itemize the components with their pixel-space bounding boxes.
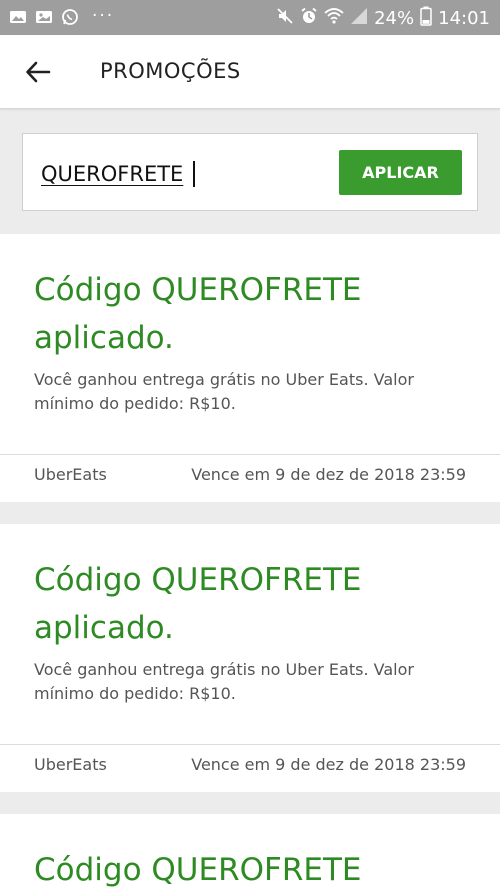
alarm-icon [300,7,318,30]
promo-code-input[interactable] [41,158,321,190]
text-cursor [193,161,195,187]
promo-code-box: APLICAR [22,133,478,211]
promo-card-expiry: Vence em 9 de dez de 2018 23:59 [191,465,466,484]
divider [0,744,500,745]
promo-card: Código QUEROFRETE aplicado. Você ganhou … [0,234,500,502]
promo-card-title: Código QUEROFRETE aplicado. [34,272,362,356]
promo-card-description: Você ganhou entrega grátis no Uber Eats.… [34,660,414,703]
apply-button[interactable]: APLICAR [339,150,462,195]
wifi-icon [324,7,344,30]
promo-card-footer: UberEats Vence em 9 de dez de 2018 23:59 [34,465,466,484]
promo-card-service: UberEats [34,465,107,484]
arrow-left-icon [26,61,51,83]
clock-time: 14:01 [438,8,490,29]
promo-card-expiry: Vence em 9 de dez de 2018 23:59 [191,755,466,774]
page-title: PROMOÇÕES [100,59,241,83]
promo-card-service: UberEats [34,755,107,774]
more-icon: ··· [92,6,115,26]
signal-icon [350,7,368,30]
promo-card: Código QUEROFRETE aplicado. Você ganhou … [0,524,500,792]
divider [0,454,500,455]
image-icon [34,7,53,26]
promo-card: Código QUEROFRETE [0,814,500,889]
promo-card-title: Código QUEROFRETE [34,852,362,888]
battery-icon [420,6,432,31]
promo-card-description: Você ganhou entrega grátis no Uber Eats.… [34,370,414,413]
promo-card-title: Código QUEROFRETE aplicado. [34,562,362,646]
app-bar: PROMOÇÕES [0,35,500,109]
battery-percent: 24% [374,8,415,29]
notification-icons: ··· [8,7,114,26]
system-icons: 24% 14:01 [276,6,490,31]
promo-card-footer: UberEats Vence em 9 de dez de 2018 23:59 [34,755,466,774]
gallery-icon [8,7,27,26]
status-bar: ··· 24% 14:01 [0,0,500,35]
whatsapp-icon [60,7,79,26]
mute-icon [276,7,294,30]
back-button[interactable] [18,56,58,88]
